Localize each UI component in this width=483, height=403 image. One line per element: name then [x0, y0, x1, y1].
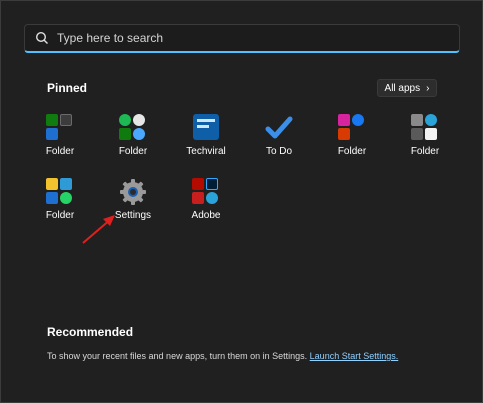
- xbox-icon: [46, 114, 58, 126]
- pinned-app-folder-3[interactable]: Folder: [322, 114, 382, 168]
- recommended-heading: Recommended: [47, 325, 134, 339]
- pinned-app-folder-2[interactable]: Folder: [103, 114, 163, 168]
- folder-icon: [119, 114, 147, 142]
- edge-icon: [206, 192, 218, 204]
- folder-icon: [411, 114, 439, 142]
- store-icon: [60, 114, 72, 126]
- pinned-heading: Pinned: [47, 81, 88, 95]
- todo-check-icon: [265, 114, 293, 142]
- app-label: Folder: [410, 146, 440, 157]
- facebook-icon: [352, 114, 364, 126]
- search-icon: [35, 31, 48, 44]
- edge-icon: [425, 114, 437, 126]
- app-label: Folder: [45, 146, 75, 157]
- calculator-icon: [46, 128, 58, 140]
- app-label: Adobe: [191, 210, 221, 221]
- photos-icon: [60, 178, 72, 190]
- start-menu: Type here to search Pinned All apps › Fo…: [0, 0, 483, 403]
- acrobat-icon: [192, 178, 204, 190]
- paint-icon: [411, 128, 423, 140]
- all-apps-label: All apps: [384, 82, 421, 94]
- search-placeholder: Type here to search: [57, 31, 164, 45]
- search-box[interactable]: Type here to search: [24, 24, 460, 53]
- spotify-icon: [119, 114, 131, 126]
- pinned-app-adobe[interactable]: Adobe: [176, 178, 236, 232]
- techviral-icon: [192, 114, 220, 142]
- clock-icon: [133, 114, 145, 126]
- launch-start-settings-link[interactable]: Launch Start Settings.: [310, 351, 399, 361]
- app-label: Folder: [337, 146, 367, 157]
- photoshop-icon: [206, 178, 218, 190]
- instagram-icon: [338, 114, 350, 126]
- app-label: Techviral: [186, 146, 226, 157]
- settings-gear-icon: [119, 178, 147, 206]
- file-explorer-icon: [46, 178, 58, 190]
- recommended-text: To show your recent files and new apps, …: [47, 351, 308, 361]
- chevron-right-icon: ›: [426, 82, 430, 94]
- pinned-app-folder-1[interactable]: Folder: [30, 114, 90, 168]
- app-label: To Do: [265, 146, 293, 157]
- pinned-app-techviral[interactable]: Techviral: [176, 114, 236, 168]
- solitaire-icon: [425, 128, 437, 140]
- whatsapp-icon: [60, 192, 72, 204]
- app-icon: [46, 192, 58, 204]
- tips-icon: [133, 128, 145, 140]
- recommended-message: To show your recent files and new apps, …: [47, 351, 398, 361]
- pinned-app-folder-4[interactable]: Folder: [395, 114, 455, 168]
- folder-icon: [338, 114, 366, 142]
- office-icon: [338, 128, 350, 140]
- pinned-app-todo[interactable]: To Do: [249, 114, 309, 168]
- phone-link-icon: [119, 128, 131, 140]
- folder-icon: [192, 178, 220, 206]
- notepad-icon: [411, 114, 423, 126]
- annotation-arrow: [82, 215, 115, 244]
- adobe-icon: [192, 192, 204, 204]
- all-apps-button[interactable]: All apps ›: [377, 79, 437, 97]
- folder-icon: [46, 178, 74, 206]
- app-label: Folder: [118, 146, 148, 157]
- folder-icon: [46, 114, 74, 142]
